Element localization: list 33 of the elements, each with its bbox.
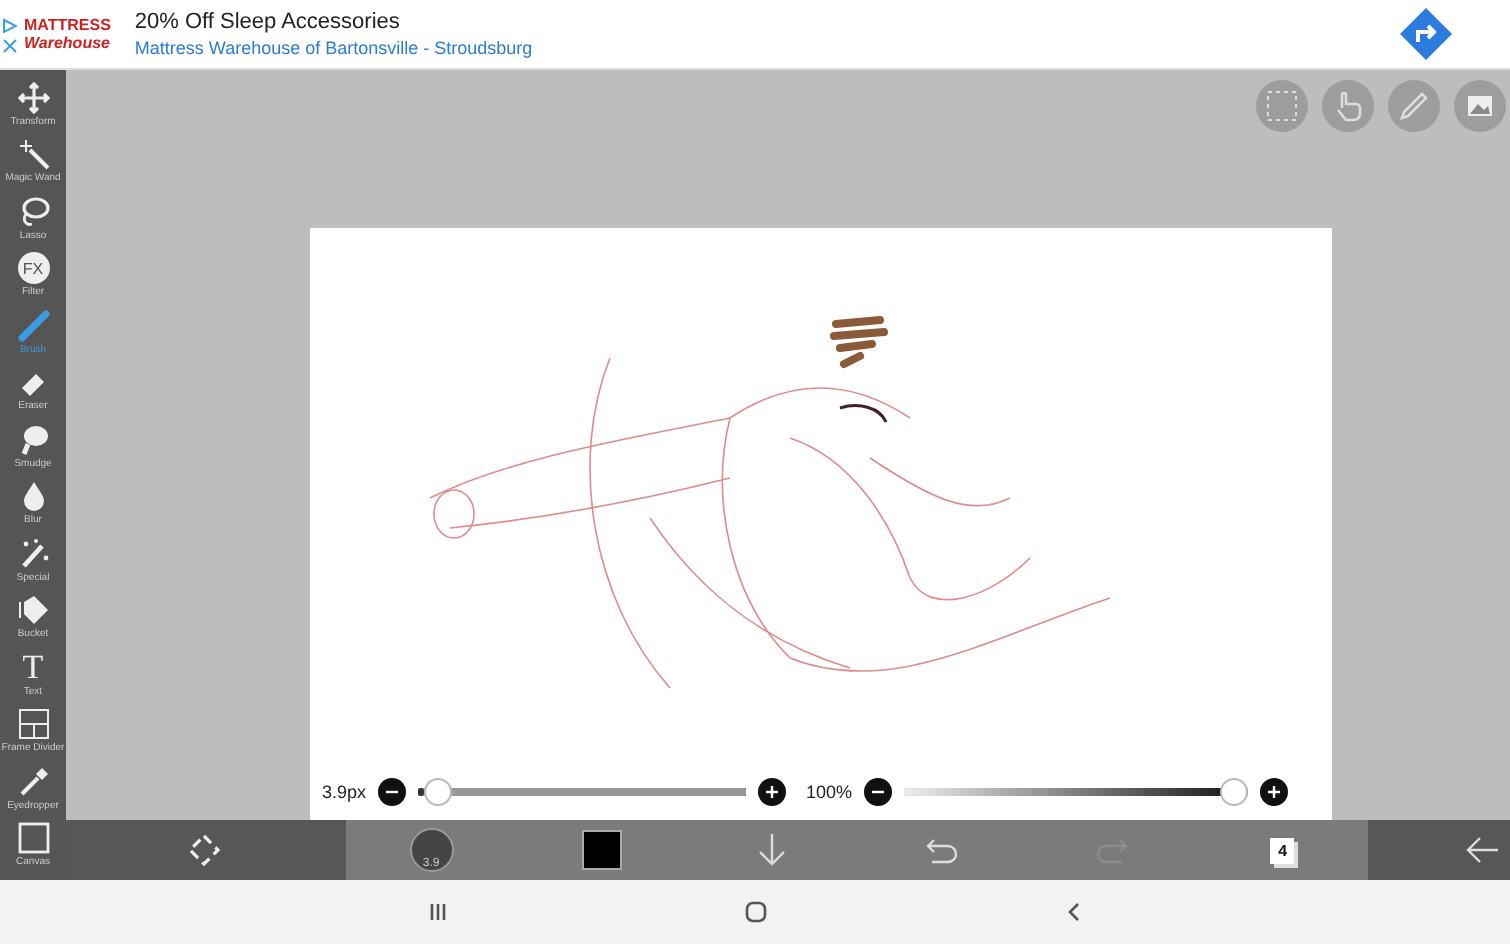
frame-grid-icon: [17, 708, 49, 741]
plus-icon: [1266, 784, 1283, 800]
pencil-icon: [1398, 90, 1430, 122]
image-button[interactable]: [1454, 80, 1506, 132]
text-tool-icon: T: [22, 651, 44, 684]
ad-link[interactable]: Mattress Warehouse of Bartonsville - Stroudsburg: [134, 38, 1386, 58]
move-arrows-icon: [17, 81, 49, 114]
ad-info-icon[interactable]: [2, 18, 18, 54]
advertiser-logo: MATTRESS Warehouse: [22, 16, 111, 52]
dashed-square-icon: [1266, 90, 1298, 122]
layers-button[interactable]: 4: [1254, 824, 1311, 876]
eyedropper-icon: [17, 765, 49, 798]
sparkle-wand-icon: [17, 537, 49, 570]
bucket-icon: [17, 594, 49, 627]
back-arrow-icon: [1464, 832, 1500, 868]
image-icon: [1464, 90, 1496, 122]
directions-icon[interactable]: [1398, 6, 1454, 62]
slider-reading: 100%: [806, 782, 853, 802]
recent-apps-icon: [427, 902, 447, 922]
rotate-icon: [186, 832, 222, 868]
filter-icon: FX: [17, 252, 49, 285]
down-arrow-icon: [753, 832, 790, 868]
brush-icon: [17, 309, 49, 342]
home-icon: [743, 900, 767, 924]
smudge-icon: [17, 423, 49, 456]
back-chevron-icon: [1063, 902, 1083, 922]
ad-headline: 20% Off Sleep Accessories: [134, 10, 402, 34]
canvas-square-icon: [17, 822, 49, 855]
hand-icon: [1332, 90, 1364, 122]
magic-wand-icon: [17, 138, 49, 171]
lasso-icon: [17, 195, 49, 228]
plus-icon: [764, 784, 781, 800]
slider-reading: 3.9px: [322, 782, 367, 802]
